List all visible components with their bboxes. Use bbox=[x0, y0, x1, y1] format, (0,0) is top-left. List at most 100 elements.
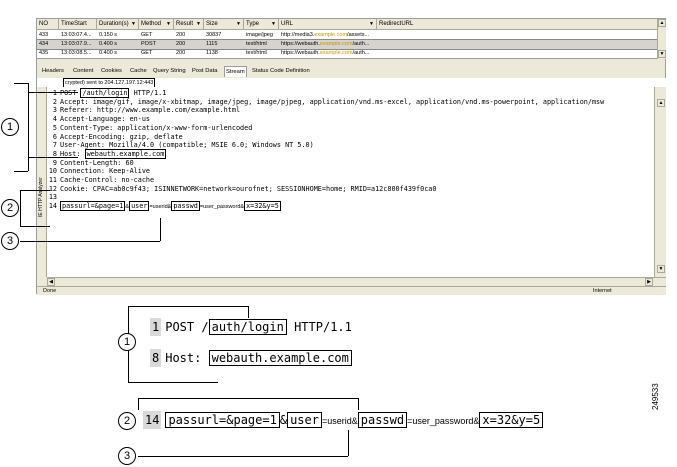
param-highlight: passurl=&page=1 bbox=[165, 412, 280, 428]
table-cell-result: 200 bbox=[176, 32, 186, 38]
line-number: 13 bbox=[48, 193, 57, 202]
zoom-callout-2: 2 bbox=[118, 412, 136, 430]
status-done-text: Done bbox=[43, 288, 57, 294]
stream-line-3: 3 Referer: http://www.example.com/example… bbox=[47, 106, 240, 114]
line-number: 3 bbox=[52, 106, 57, 115]
param-highlight: x=32&y=5 bbox=[244, 201, 281, 212]
column-header-size[interactable]: Size ▼ bbox=[204, 19, 244, 30]
session-grid: NO TimeStart Duration(s) ▼ Method ▼ Result… bbox=[36, 19, 658, 59]
line-number: 7 bbox=[52, 141, 57, 150]
value-highlight: webauth.example.com bbox=[84, 148, 167, 159]
line-number: 11 bbox=[48, 176, 57, 184]
param-highlight: user bbox=[129, 201, 150, 212]
zoom-line-8: 8 Host: webauth.example.com bbox=[150, 349, 352, 367]
table-cell-type: image/jpeg bbox=[246, 32, 273, 38]
column-header-duration[interactable]: Duration(s) ▼ bbox=[97, 19, 139, 30]
tab-status-code-definition[interactable]: Status Code Definition bbox=[251, 66, 311, 77]
http-analyzer-window: NO TimeStart Duration(s) ▼ Method ▼ Result… bbox=[36, 18, 666, 295]
line-number: 4 bbox=[52, 115, 57, 124]
stream-line-1: 1 POST /auth/login HTTP/1.1 bbox=[47, 88, 166, 98]
param-highlight: passwd bbox=[171, 201, 200, 212]
table-cell-time: 13:03:07.4... bbox=[61, 32, 92, 38]
zoom-line-1: 1 POST / auth/login HTTP/1.1 bbox=[150, 318, 352, 336]
dropdown-arrow-icon: ▼ bbox=[236, 21, 241, 27]
zoom-callout-1-bracket bbox=[128, 306, 248, 307]
scroll-up-icon[interactable]: ▲ bbox=[658, 19, 666, 27]
scroll-down-icon[interactable]: ▼ bbox=[658, 50, 666, 58]
line-number: 6 bbox=[52, 132, 57, 141]
column-header-result[interactable]: Result ▼ bbox=[174, 19, 204, 30]
callout-3: 3 bbox=[1, 232, 19, 250]
table-cell-method: POST bbox=[141, 41, 156, 47]
tab-stream[interactable]: Stream bbox=[224, 66, 247, 77]
table-cell-url: http://media3.example.com/assets... bbox=[281, 32, 370, 38]
tab-headers[interactable]: Headers bbox=[41, 66, 65, 77]
dropdown-arrow-icon: ▼ bbox=[271, 21, 276, 27]
scroll-up-icon[interactable]: ▲ bbox=[657, 99, 665, 107]
figure-id: 249533 bbox=[651, 383, 660, 410]
table-cell-no: 435 bbox=[39, 50, 49, 56]
dropdown-arrow-icon: ▼ bbox=[369, 21, 374, 27]
callout-1-leader bbox=[28, 157, 78, 158]
tab-post-data[interactable]: Post Data bbox=[191, 66, 218, 77]
param-highlight: user bbox=[287, 412, 322, 428]
zoom-callout-1: 1 bbox=[118, 333, 136, 351]
zoom-callout-3: 3 bbox=[118, 447, 136, 465]
table-cell-type: text/html bbox=[246, 41, 267, 47]
stream-line-9: 9 Content-Length: 60 bbox=[47, 159, 134, 167]
zoom-callout-2-bracket bbox=[358, 398, 359, 410]
callout-2-leader bbox=[20, 190, 50, 191]
stream-line-2: 2 Accept: image/gif, image/x-xbitmap, ima… bbox=[47, 98, 604, 106]
table-cell-url: https://webauth.example.com/auth... bbox=[281, 41, 370, 47]
stream-line-4: 4 Accept-Language: en-us bbox=[47, 115, 150, 123]
stream-line-10: 10 Connection: Keep-Alive bbox=[48, 167, 151, 176]
param-highlight: x=32&y=5 bbox=[479, 412, 544, 428]
table-row[interactable]: 435 13:03:08.5... 0.400 s GET 200 1138 text/ht… bbox=[37, 49, 657, 58]
detail-tabs: Headers Content Cookies Cache Query String Po… bbox=[37, 66, 666, 78]
column-header-timestart[interactable]: TimeStart bbox=[59, 19, 97, 30]
column-header-url[interactable]: URL ▼ bbox=[279, 19, 377, 30]
scroll-down-icon[interactable]: ▼ bbox=[657, 265, 665, 273]
callout-1: 1 bbox=[1, 118, 19, 136]
scroll-left-icon[interactable]: ◀ bbox=[47, 278, 55, 286]
line-number: 2 bbox=[52, 97, 57, 106]
line-number: 14 bbox=[48, 202, 57, 211]
table-cell-method: GET bbox=[141, 50, 153, 56]
callout-1-bracket bbox=[14, 83, 28, 84]
callout-1-leader bbox=[28, 92, 78, 93]
stream-line-6: 6 Accept-Encoding: gzip, deflate bbox=[47, 133, 183, 141]
column-header-no[interactable]: NO bbox=[37, 19, 59, 30]
tab-content[interactable]: Content bbox=[72, 66, 94, 77]
zoom-callout-3-leader bbox=[138, 456, 348, 457]
table-row[interactable]: 433 13:03:07.4... 0.150 s GET 200 30837 image/… bbox=[37, 31, 657, 40]
callout-2-bracket bbox=[20, 190, 21, 226]
tab-cookies[interactable]: Cookies bbox=[100, 66, 123, 77]
status-zone-text: Internet bbox=[593, 288, 612, 294]
column-header-redirecturl[interactable]: RedirectURL bbox=[377, 19, 657, 30]
column-header-method[interactable]: Method ▼ bbox=[139, 19, 174, 30]
stream-line-7: 7 User-Agent: Mozilla/4.0 (compatible; MS… bbox=[47, 141, 314, 149]
tab-cache[interactable]: Cache bbox=[129, 66, 148, 77]
table-cell-type: text/html bbox=[246, 50, 267, 56]
zoom-callout-1-bracket bbox=[248, 306, 249, 318]
scroll-right-icon[interactable]: ▶ bbox=[645, 278, 653, 286]
stream-hscrollbar[interactable]: ◀ ▶ bbox=[47, 277, 666, 286]
column-header-type[interactable]: Type ▼ bbox=[244, 19, 279, 30]
table-cell-time: 13:03:07.9... bbox=[61, 41, 92, 47]
stream-scrollbar[interactable]: ▲ ▼ bbox=[654, 87, 666, 277]
table-cell-method: GET bbox=[141, 32, 153, 38]
line-number: 10 bbox=[48, 167, 57, 176]
zoom-callout-2-bracket bbox=[138, 398, 139, 410]
line-number: 8 bbox=[150, 349, 162, 367]
line-number: 9 bbox=[52, 158, 57, 167]
grid-scrollbar[interactable]: ▲ ▼ bbox=[657, 19, 666, 59]
table-cell-size: 30837 bbox=[206, 32, 222, 38]
line-number: 14 bbox=[143, 411, 162, 429]
callout-3-leader bbox=[20, 241, 160, 242]
table-cell-result: 200 bbox=[176, 41, 186, 47]
tab-query-string[interactable]: Query String bbox=[152, 66, 187, 77]
param-highlight: passurl=&page=1 bbox=[60, 201, 126, 212]
path-highlight: auth/login bbox=[208, 319, 287, 335]
table-row[interactable]: 434 13:03:07.9... 0.400 s POST 200 1115 text/h… bbox=[36, 39, 658, 50]
callout-2-leader bbox=[20, 226, 50, 227]
